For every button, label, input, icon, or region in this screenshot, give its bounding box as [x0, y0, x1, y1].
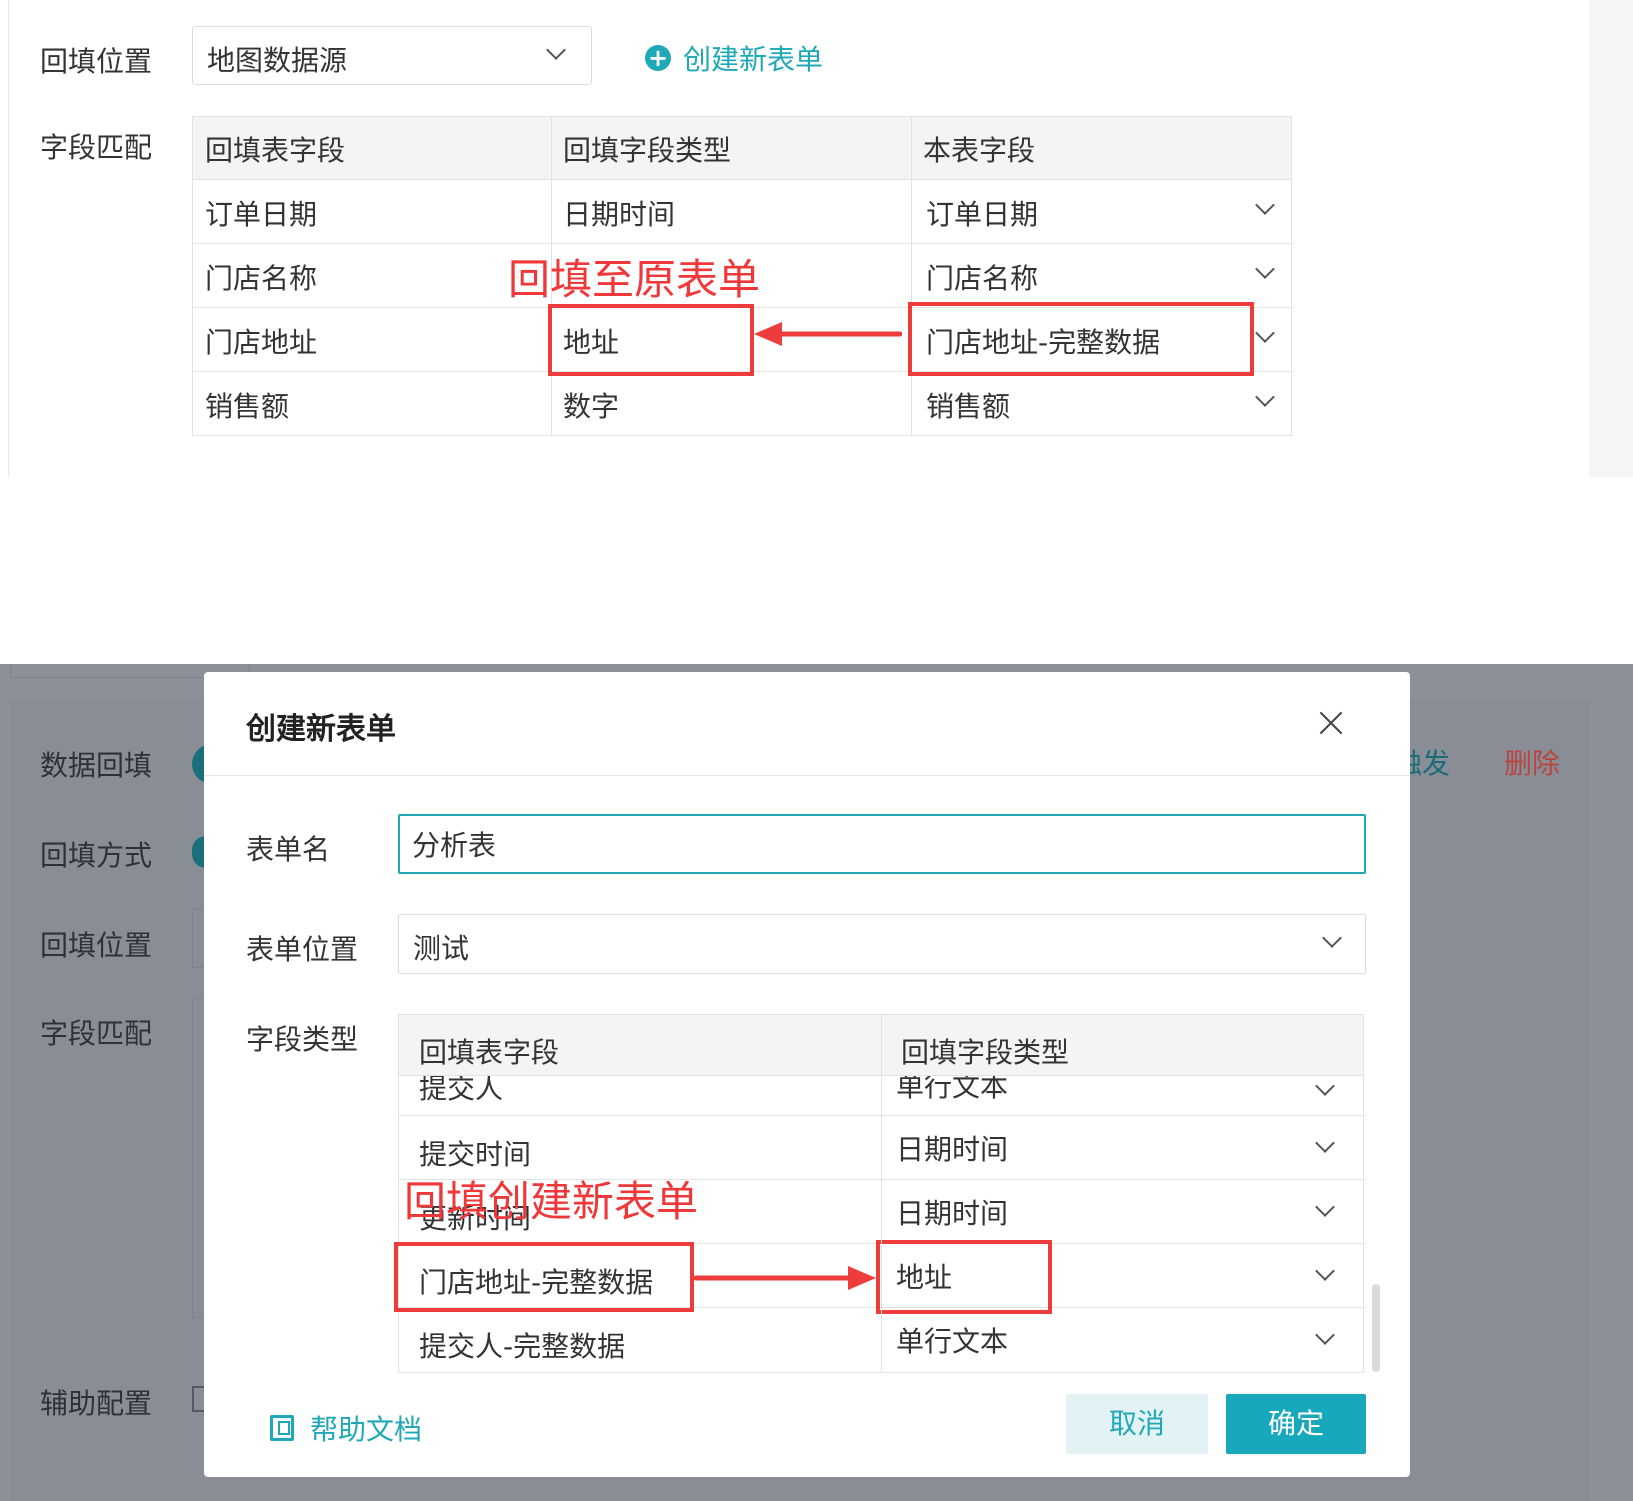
create-form-dialog: 创建新表单 表单名 表单位置 测试 字段类型 回填表字段 回填字段类型 提交人 … — [204, 672, 1410, 1477]
table-scrollbar[interactable] — [1372, 1284, 1380, 1372]
help-docs-label: 帮助文档 — [310, 1413, 423, 1446]
chevron-down-icon — [1255, 259, 1275, 279]
field-match-label: 字段匹配 — [40, 131, 153, 164]
table-cell: 数字 — [563, 390, 620, 423]
book-icon — [270, 1415, 294, 1441]
form-name-input[interactable] — [398, 814, 1366, 874]
bg-label-backfill-method: 回填方式 — [40, 839, 153, 872]
scrollbar-track[interactable] — [1589, 0, 1633, 477]
table-cell: 订单日期 — [205, 198, 318, 231]
form-name-label: 表单名 — [246, 833, 331, 866]
table-cell: 日期时间 — [896, 1133, 1009, 1166]
chevron-down-icon — [1255, 323, 1275, 343]
table-cell: 日期时间 — [896, 1197, 1009, 1230]
table-cell: 日期时间 — [563, 198, 676, 231]
field-select[interactable]: 门店名称 — [912, 244, 1291, 307]
highlight-box — [548, 304, 754, 376]
close-icon[interactable] — [1316, 708, 1346, 738]
backfill-position-value: 地图数据源 — [207, 44, 348, 77]
bg-delete-text: 删除 — [1504, 747, 1561, 780]
confirm-button[interactable]: 确定 — [1226, 1394, 1366, 1454]
column-header: 回填表字段 — [205, 134, 346, 167]
dialog-title: 创建新表单 — [246, 712, 396, 747]
highlight-box — [394, 1242, 694, 1312]
table-cell: 销售额 — [205, 390, 290, 423]
type-select[interactable]: 日期时间 — [882, 1180, 1363, 1243]
form-position-value: 测试 — [413, 932, 470, 965]
field-type-label: 字段类型 — [246, 1023, 359, 1056]
help-docs-link[interactable]: 帮助文档 — [270, 1408, 422, 1448]
form-position-select[interactable]: 测试 — [398, 914, 1366, 974]
chevron-down-icon — [1255, 387, 1275, 407]
bg-label-field-match: 字段匹配 — [40, 1017, 153, 1050]
backfill-position-select[interactable]: 地图数据源 — [192, 26, 592, 85]
panel-edge — [8, 0, 9, 477]
field-select[interactable]: 订单日期 — [912, 180, 1291, 243]
plus-circle-icon: + — [645, 45, 671, 71]
chevron-down-icon — [546, 40, 566, 60]
chevron-down-icon — [1322, 928, 1342, 948]
bg-label-aux-config: 辅助配置 — [40, 1387, 153, 1420]
table-header — [193, 117, 1291, 179]
highlight-box — [876, 1240, 1052, 1314]
bg-label-backfill-position: 回填位置 — [40, 929, 153, 962]
chevron-down-icon — [1315, 1261, 1335, 1281]
table-cell: 提交人-完整数据 — [419, 1330, 626, 1363]
bg-label-data-backfill: 数据回填 — [40, 749, 153, 782]
column-header: 回填字段类型 — [563, 134, 732, 167]
cancel-button[interactable]: 取消 — [1066, 1394, 1208, 1454]
annotation-backfill-new: 回填创建新表单 — [404, 1177, 699, 1226]
chevron-down-icon — [1315, 1133, 1335, 1153]
top-panel: 回填位置 地图数据源 + 创建新表单 字段匹配 回填表字段 回填字段类型 本表字… — [0, 0, 1633, 477]
create-new-form-label: 创建新表单 — [683, 43, 824, 76]
column-header: 回填表字段 — [419, 1036, 560, 1069]
row-divider — [399, 1075, 1363, 1076]
table-cell: 门店名称 — [926, 262, 1039, 295]
column-divider — [881, 1015, 882, 1372]
dialog-divider — [204, 775, 1410, 776]
table-cell: 销售额 — [926, 390, 1011, 423]
column-header: 本表字段 — [923, 134, 1036, 167]
chevron-down-icon — [1315, 1197, 1335, 1217]
arrow-left-icon — [754, 322, 902, 346]
table-cell: 门店地址 — [205, 326, 318, 359]
arrow-right-icon — [694, 1266, 876, 1290]
create-new-form-link[interactable]: + 创建新表单 — [645, 38, 823, 78]
table-cell: 订单日期 — [926, 198, 1039, 231]
chevron-down-icon — [1315, 1076, 1335, 1096]
backfill-position-label: 回填位置 — [40, 45, 153, 78]
table-cell: 单行文本 — [896, 1325, 1009, 1358]
column-header: 回填字段类型 — [901, 1036, 1070, 1069]
table-cell: 提交时间 — [419, 1138, 532, 1171]
type-select[interactable]: 单行文本 — [882, 1308, 1363, 1372]
chevron-down-icon — [1255, 195, 1275, 215]
type-select[interactable]: 日期时间 — [882, 1116, 1363, 1179]
table-cell: 门店名称 — [205, 262, 318, 295]
highlight-box — [908, 302, 1254, 376]
form-position-label: 表单位置 — [246, 933, 359, 966]
annotation-backfill-original: 回填至原表单 — [508, 255, 761, 304]
bg-checkbox — [192, 1386, 204, 1412]
field-select[interactable]: 销售额 — [912, 372, 1291, 435]
chevron-down-icon — [1315, 1325, 1335, 1345]
